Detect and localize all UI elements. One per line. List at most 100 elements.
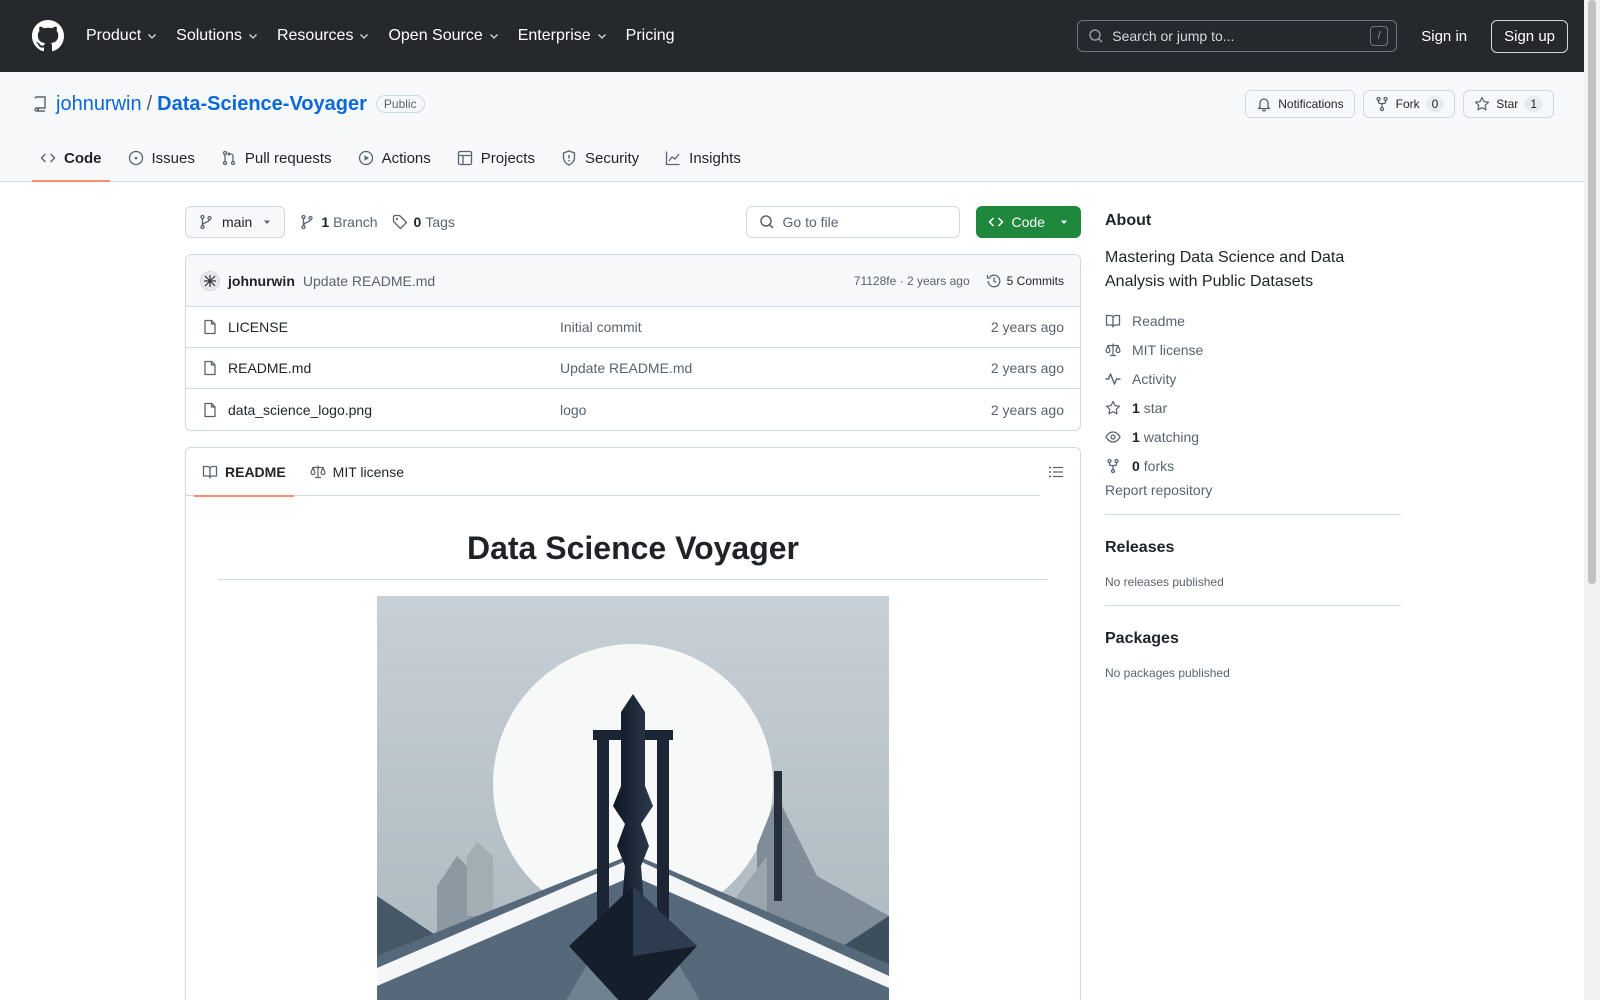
- history-icon: [986, 274, 1001, 287]
- fork-count: 0: [1425, 96, 1445, 112]
- releases-heading[interactable]: Releases: [1105, 539, 1401, 557]
- main-content: main 1 Branch 0 Tags Go to file Code joh…: [185, 206, 1081, 1000]
- search-shortcut-key: /: [1370, 26, 1389, 46]
- star-count: 1: [1524, 96, 1543, 112]
- avatar[interactable]: [200, 270, 220, 291]
- chevron-down-icon: [148, 34, 157, 39]
- tab-label: Actions: [381, 149, 431, 167]
- tab-actions[interactable]: Actions: [350, 135, 439, 181]
- repo-owner-link[interactable]: johnurwin: [56, 93, 142, 116]
- nav-solutions[interactable]: Solutions: [176, 27, 259, 45]
- nav-pricing[interactable]: Pricing: [626, 27, 675, 45]
- license-link[interactable]: MIT license: [1105, 335, 1401, 364]
- nav-label: Solutions: [176, 27, 242, 44]
- file-toolbar: main 1 Branch 0 Tags Go to file Code: [185, 206, 1081, 238]
- notifications-button[interactable]: Notifications: [1245, 90, 1355, 118]
- pull-request-icon: [222, 150, 236, 166]
- file-commit-message[interactable]: Update README.md: [560, 360, 991, 376]
- commit-author-link[interactable]: johnurwin: [228, 273, 295, 289]
- tab-label: Code: [64, 149, 102, 167]
- file-icon: [204, 319, 216, 335]
- github-logo-icon[interactable]: [32, 20, 64, 52]
- nav-label: Pricing: [625, 27, 675, 44]
- page-scrollbar[interactable]: [1584, 0, 1600, 1000]
- tab-label: Insights: [689, 149, 741, 167]
- activity-link[interactable]: Activity: [1105, 364, 1401, 393]
- go-to-file-input[interactable]: Go to file: [745, 206, 960, 238]
- repo-header: johnurwin / Data-Science-Voyager Public …: [0, 72, 1600, 182]
- nav-open-source[interactable]: Open Source: [388, 27, 499, 45]
- watching-link[interactable]: 1 watching: [1105, 422, 1401, 451]
- tab-label: Pull requests: [244, 149, 332, 167]
- file-row[interactable]: README.md Update README.md 2 years ago: [186, 348, 1080, 389]
- stars-count: 1: [1132, 399, 1140, 416]
- tab-pull-requests[interactable]: Pull requests: [213, 135, 340, 181]
- tab-insights[interactable]: Insights: [657, 135, 749, 181]
- about-heading: About: [1105, 212, 1152, 229]
- sign-up-button[interactable]: Sign up: [1491, 19, 1568, 53]
- readme-body: Data Science Voyager: [186, 496, 1080, 1000]
- user-avatar-icon: [204, 274, 216, 287]
- law-icon: [310, 465, 326, 478]
- global-header: Product Solutions Resources Open Source …: [0, 0, 1600, 72]
- nav-resources[interactable]: Resources: [277, 27, 370, 45]
- nav-product[interactable]: Product: [86, 27, 158, 45]
- data-science-logo-image: [377, 596, 889, 1000]
- file-name-link[interactable]: data_science_logo.png: [228, 402, 560, 418]
- forks-count: 0: [1132, 457, 1140, 474]
- eye-icon: [1105, 430, 1121, 443]
- file-commit-message[interactable]: logo: [560, 402, 991, 418]
- code-dropdown-button[interactable]: Code: [975, 206, 1081, 238]
- play-icon: [358, 150, 373, 166]
- shield-icon: [562, 150, 576, 166]
- tab-projects[interactable]: Projects: [449, 135, 543, 181]
- file-name-link[interactable]: LICENSE: [228, 319, 560, 335]
- commit-hash-time[interactable]: 71128fe · 2 years ago: [854, 274, 970, 288]
- license-tab-label: MIT license: [332, 463, 404, 480]
- repo-icon: [34, 96, 46, 112]
- star-icon: [1475, 96, 1490, 111]
- commits-history-link[interactable]: 5 Commits: [986, 273, 1064, 289]
- global-search-input[interactable]: Search or jump to... /: [1077, 20, 1398, 52]
- tag-icon: [392, 214, 407, 230]
- packages-empty-text: No packages published: [1105, 666, 1230, 680]
- tags-link[interactable]: 0 Tags: [392, 214, 455, 230]
- branch-select-button[interactable]: main: [185, 206, 286, 238]
- chevron-down-icon: [360, 34, 369, 39]
- scrollbar-thumb[interactable]: [1588, 0, 1596, 584]
- repo-sidebar: About Mastering Data Science and Data An…: [1105, 206, 1401, 696]
- tab-issues[interactable]: Issues: [120, 135, 203, 181]
- search-icon: [1089, 29, 1103, 43]
- caret-down-icon: [1061, 220, 1067, 224]
- fork-button[interactable]: Fork 0: [1362, 90, 1456, 118]
- readme-tabs: README MIT license: [186, 448, 1040, 497]
- forks-link[interactable]: 0 forks: [1105, 451, 1401, 480]
- file-commit-message[interactable]: Initial commit: [560, 319, 991, 335]
- readme-title: Data Science Voyager: [218, 496, 1048, 580]
- tab-security[interactable]: Security: [553, 135, 647, 181]
- readme-tab[interactable]: README: [194, 448, 294, 497]
- license-link-label: MIT license: [1132, 341, 1204, 358]
- header-right: Search or jump to... / Sign in Sign up: [1077, 19, 1568, 53]
- file-row[interactable]: data_science_logo.png logo 2 years ago: [186, 389, 1080, 430]
- report-repository-link[interactable]: Report repository: [1105, 482, 1401, 515]
- sign-in-link[interactable]: Sign in: [1413, 24, 1475, 49]
- code-button-label: Code: [1011, 214, 1045, 230]
- stars-link[interactable]: 1 star: [1105, 393, 1401, 422]
- nav-enterprise[interactable]: Enterprise: [518, 27, 608, 45]
- tab-code[interactable]: Code: [32, 135, 110, 182]
- license-tab[interactable]: MIT license: [302, 448, 412, 496]
- file-name-link[interactable]: README.md: [228, 360, 560, 376]
- tab-label: Projects: [480, 149, 535, 167]
- branches-link[interactable]: 1 Branch: [299, 214, 378, 230]
- readme-link[interactable]: Readme: [1105, 306, 1401, 335]
- go-to-file-placeholder: Go to file: [782, 214, 839, 230]
- file-row[interactable]: LICENSE Initial commit 2 years ago: [186, 307, 1080, 348]
- tag-label: Tags: [425, 214, 455, 230]
- repo-name-link[interactable]: Data-Science-Voyager: [157, 93, 367, 116]
- star-button[interactable]: Star 1: [1463, 90, 1554, 118]
- list-outline-icon[interactable]: [1048, 464, 1064, 480]
- bell-icon: [1257, 98, 1271, 112]
- commit-message-link[interactable]: Update README.md: [303, 273, 435, 289]
- packages-heading[interactable]: Packages: [1105, 630, 1401, 648]
